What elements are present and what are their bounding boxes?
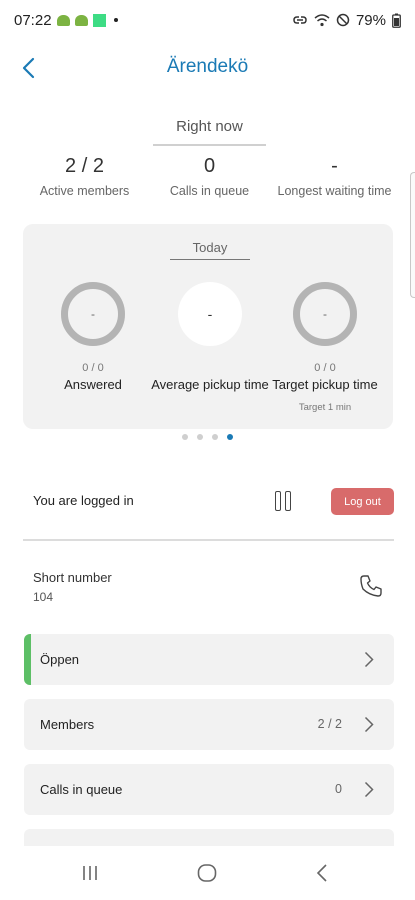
stat-label: Longest waiting time	[277, 184, 392, 198]
list-item-count: 0	[335, 782, 342, 796]
page-title: Ärendekö	[166, 56, 249, 77]
chevron-right-icon	[364, 716, 374, 733]
gauge-answered: -	[61, 282, 125, 346]
short-number-label: Short number	[33, 570, 112, 585]
stat-active-members: 2 / 2 Active members	[22, 155, 147, 198]
battery-level: 79%	[355, 11, 386, 29]
status-time: 07:22	[14, 11, 52, 29]
gauge-count: 0 / 0	[314, 362, 336, 374]
list-item-calls-in-queue[interactable]: Calls in queue 0	[24, 764, 394, 815]
list-item-members[interactable]: Members 2 / 2	[24, 699, 394, 750]
status-right: 79%	[292, 12, 401, 29]
gauge-center-value: -	[323, 307, 327, 321]
tab-today: Today	[170, 240, 250, 260]
pager-dot[interactable]	[197, 434, 203, 440]
login-status-row: You are logged in Log out	[23, 478, 394, 524]
stat-value: 0	[203, 155, 216, 177]
stat-calls-in-queue: 0 Calls in queue	[147, 155, 272, 198]
do-not-disturb-icon	[336, 13, 350, 27]
home-icon[interactable]	[194, 860, 220, 886]
status-bar: 07:22 79%	[0, 0, 415, 40]
status-left: 07:22	[14, 12, 118, 29]
more-notifications-icon	[113, 18, 118, 22]
stat-longest-waiting-time: - Longest waiting time	[272, 155, 397, 198]
edge-panel-handle[interactable]	[410, 172, 415, 298]
gauge-target-note: Target 1 min	[298, 402, 352, 413]
android-icon	[56, 14, 70, 26]
wifi-icon	[314, 14, 330, 27]
app-header: Ärendekö	[0, 44, 415, 92]
gauge-count: 0 / 0	[82, 362, 104, 374]
pager-dot[interactable]	[212, 434, 218, 440]
gauge-center-value: -	[207, 306, 213, 322]
phone-icon[interactable]	[358, 573, 384, 599]
list-item-open-status[interactable]: Öppen	[24, 634, 394, 685]
list-item-label: Öppen	[40, 652, 80, 667]
gauge-target-pickup-time: -	[293, 282, 357, 346]
list-item-count: 2 / 2	[317, 717, 342, 731]
login-status-text: You are logged in	[33, 493, 134, 508]
list-item-label: Calls in queue	[40, 782, 123, 797]
stat-value: -	[331, 155, 338, 177]
chevron-right-icon	[364, 781, 374, 798]
recents-icon[interactable]	[77, 860, 103, 886]
pager-dot[interactable]	[227, 434, 233, 440]
stat-value: 2 / 2	[65, 155, 104, 177]
stat-label: Active members	[39, 184, 130, 198]
android-icon	[74, 14, 88, 26]
right-now-stats: 2 / 2 Active members 0 Calls in queue - …	[22, 155, 397, 198]
pager-dot[interactable]	[182, 434, 188, 440]
tab-right-now[interactable]: Right now	[153, 112, 266, 146]
list-item-label: Members	[40, 717, 95, 732]
divider	[23, 539, 394, 541]
gauge-label: Target pickup time	[272, 377, 378, 392]
open-status-indicator	[24, 634, 31, 685]
short-number-value: 104	[33, 590, 54, 604]
short-number-row: Short number 104	[23, 565, 394, 615]
battery-icon	[392, 13, 401, 28]
logout-button[interactable]: Log out	[331, 488, 394, 515]
system-navigation-bar	[0, 846, 415, 900]
gauge-center-value: -	[91, 307, 95, 321]
today-stats-card[interactable]: Today - - - 0 / 0 0 / 0 Answered Average…	[23, 224, 393, 429]
app-notification-icon	[92, 13, 106, 27]
back-icon[interactable]	[310, 860, 336, 886]
carousel-pager	[0, 434, 415, 440]
link-icon	[293, 16, 307, 24]
stat-label: Calls in queue	[169, 184, 250, 198]
gauge-average-pickup-time: -	[178, 282, 242, 346]
pause-icon[interactable]	[275, 491, 293, 513]
chevron-right-icon	[364, 651, 374, 668]
